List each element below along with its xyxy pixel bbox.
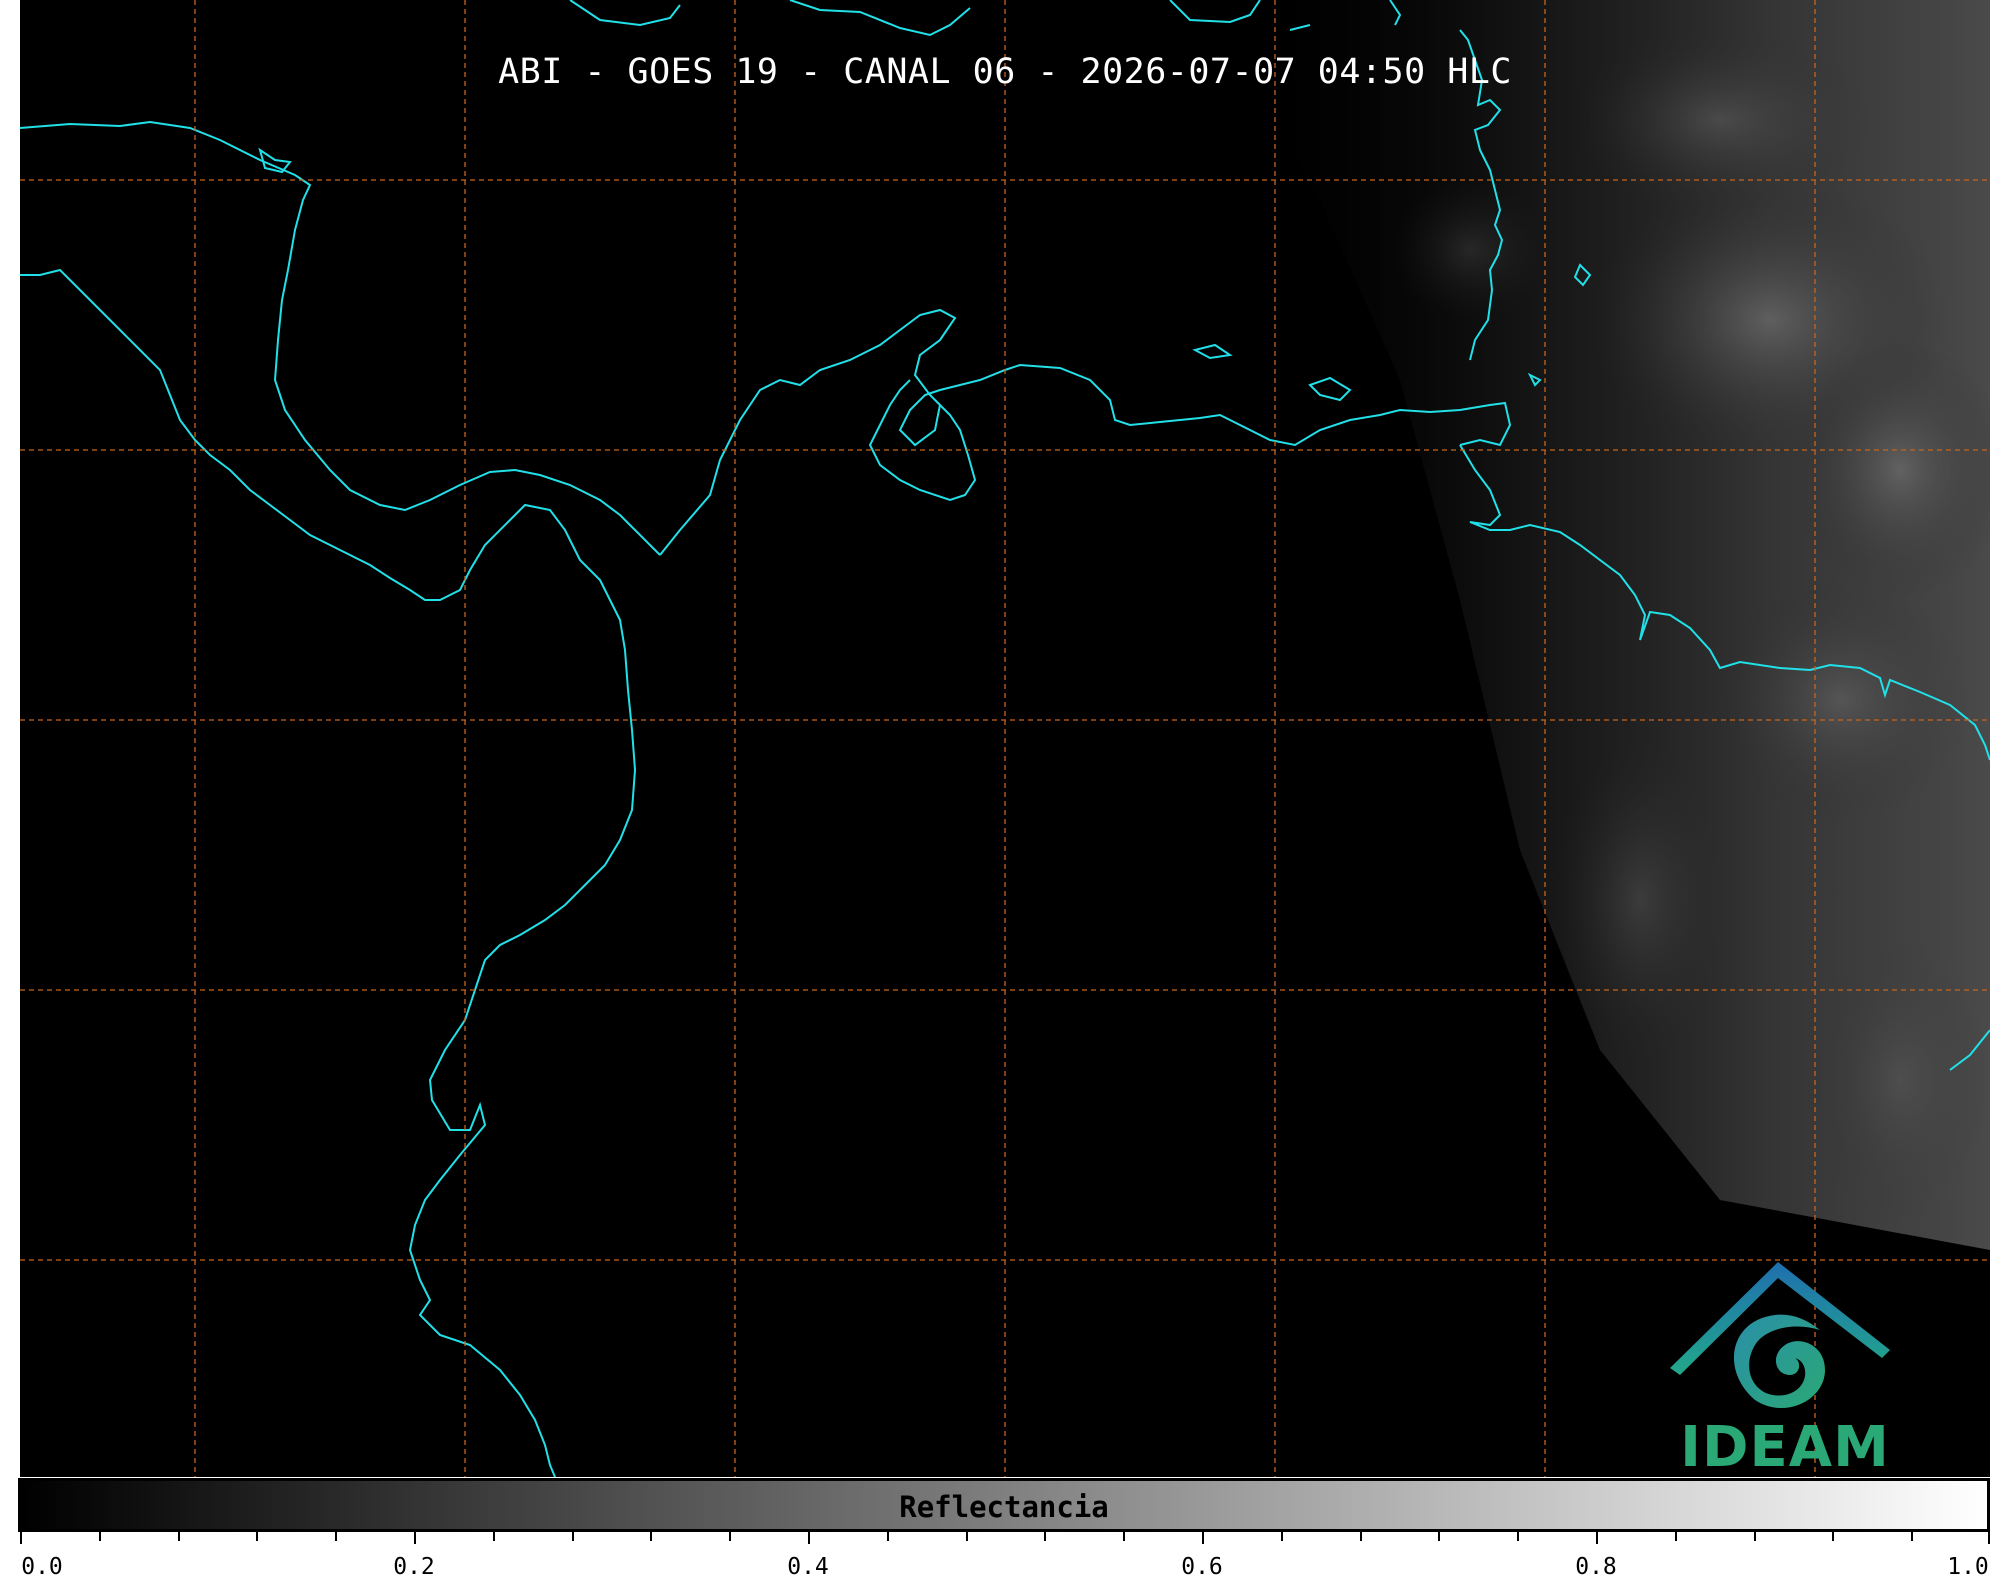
colorbar-minor-tick bbox=[1911, 1532, 1913, 1541]
colorbar-minor-tick bbox=[1517, 1532, 1519, 1541]
colorbar-tick-label: 1.0 bbox=[1947, 1554, 1989, 1580]
colorbar-minor-tick bbox=[178, 1532, 180, 1541]
coastline-central-pacific bbox=[20, 268, 637, 1477]
colorbar-minor-tick bbox=[1360, 1532, 1362, 1541]
colorbar-minor-tick bbox=[1281, 1532, 1283, 1541]
colorbar-minor-tick bbox=[1123, 1532, 1125, 1541]
colorbar-minor-tick bbox=[966, 1532, 968, 1541]
colorbar-minor-tick bbox=[1754, 1532, 1756, 1541]
colorbar-minor-tick bbox=[1438, 1532, 1440, 1541]
colorbar-minor-tick bbox=[335, 1532, 337, 1541]
colorbar-major-tick bbox=[1988, 1532, 1990, 1544]
colorbar-minor-tick bbox=[1044, 1532, 1046, 1541]
colorbar-minor-tick bbox=[887, 1532, 889, 1541]
colorbar-tick-label: 0.0 bbox=[21, 1554, 63, 1580]
colorbar-minor-tick bbox=[99, 1532, 101, 1541]
colorbar-tick-label: 0.2 bbox=[393, 1554, 435, 1580]
colorbar: Reflectancia bbox=[18, 1478, 1990, 1532]
cloud-layer bbox=[1250, 0, 1990, 1250]
colorbar-label: Reflectancia bbox=[899, 1490, 1109, 1524]
colorbar-tick-label: 0.4 bbox=[787, 1554, 829, 1580]
colorbar-major-tick bbox=[414, 1532, 416, 1544]
colorbar-tick-label: 0.6 bbox=[1181, 1554, 1223, 1580]
colorbar-minor-tick bbox=[256, 1532, 258, 1541]
coastline-caribbean-colombia bbox=[659, 308, 1512, 556]
colorbar-major-tick bbox=[808, 1532, 810, 1544]
colorbar-minor-tick bbox=[1832, 1532, 1834, 1541]
colorbar-major-tick bbox=[1596, 1532, 1598, 1544]
colorbar-minor-tick bbox=[493, 1532, 495, 1541]
ideam-logo: IDEAM bbox=[1660, 1250, 1910, 1477]
colorbar-minor-tick bbox=[1675, 1532, 1677, 1541]
ideam-logo-icon bbox=[1670, 1262, 1890, 1409]
coastline-mexico-gulf bbox=[20, 120, 661, 556]
colorbar-major-tick bbox=[20, 1532, 22, 1544]
colorbar-major-tick bbox=[1202, 1532, 1204, 1544]
colorbar-minor-tick bbox=[572, 1532, 574, 1541]
colorbar-ticks: 0.0 0.2 0.4 0.6 0.8 1.0 bbox=[20, 1532, 1990, 1580]
satellite-map: ABI - GOES 19 - CANAL 06 - 2026-07-07 04… bbox=[20, 0, 1990, 1477]
colorbar-minor-tick bbox=[650, 1532, 652, 1541]
ideam-logo-text: IDEAM bbox=[1680, 1415, 1890, 1477]
map-title: ABI - GOES 19 - CANAL 06 - 2026-07-07 04… bbox=[498, 52, 1512, 92]
colorbar-tick-label: 0.8 bbox=[1575, 1554, 1617, 1580]
colorbar-minor-tick bbox=[729, 1532, 731, 1541]
